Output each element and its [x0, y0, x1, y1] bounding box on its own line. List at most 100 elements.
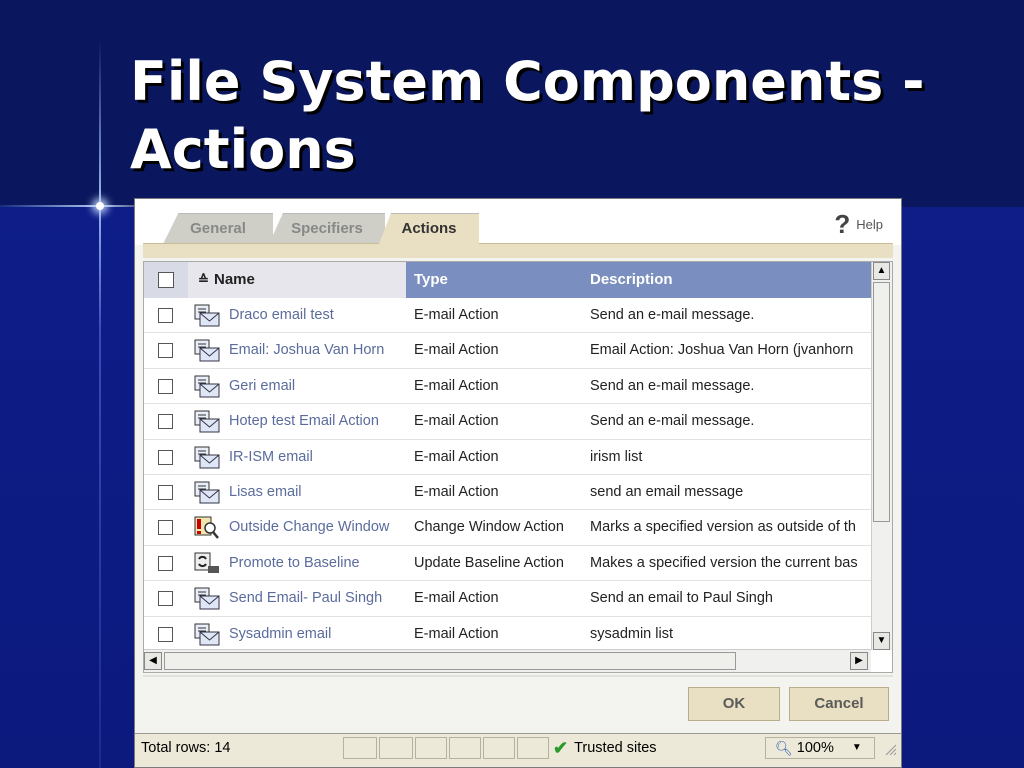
zone-label: Trusted sites: [574, 740, 657, 756]
baseline-icon: [194, 552, 220, 576]
actions-window: General Specifiers Actions ? Help ≙ Name…: [134, 198, 902, 768]
action-type-cell: E-mail Action: [414, 590, 499, 607]
help-link[interactable]: ? Help: [834, 211, 883, 237]
slide-title-line-1: File System Components -: [130, 50, 925, 113]
horizontal-scrollbar[interactable]: ◀ ▶: [144, 649, 871, 672]
action-description-cell: sysadmin list: [590, 625, 673, 642]
row-checkbox[interactable]: [158, 626, 173, 642]
action-name-link[interactable]: IR-ISM email: [229, 440, 405, 475]
email-action-icon: [194, 587, 220, 611]
zoom-control[interactable]: 🔍︎ 100% ▼: [775, 734, 862, 762]
vertical-scrollbar[interactable]: ▲ ▼: [871, 262, 892, 650]
tab-actions[interactable]: Actions: [379, 213, 479, 244]
scroll-right-button[interactable]: ▶: [850, 652, 868, 670]
help-label: Help: [856, 216, 883, 232]
action-name-link[interactable]: Email: Joshua Van Horn: [229, 333, 405, 368]
row-checkbox[interactable]: [158, 520, 173, 536]
column-header-description[interactable]: Description: [582, 262, 871, 298]
row-checkbox[interactable]: [158, 378, 173, 394]
email-action-icon: [194, 446, 220, 470]
security-zone: ✔ Trusted sites: [553, 734, 657, 762]
select-all-checkbox[interactable]: [158, 272, 174, 288]
status-bar: Total rows: 14 ✔ Trusted sites 🔍︎ 100% ▼: [135, 733, 901, 767]
email-action-icon: [194, 623, 220, 647]
action-name-link[interactable]: Sysadmin email: [229, 617, 405, 652]
sort-ascending-icon: ≙: [198, 272, 209, 287]
status-panel: [517, 737, 549, 759]
tab-general[interactable]: General: [163, 213, 273, 244]
table-row[interactable]: Lisas email E-mail Action send an email me…: [144, 475, 871, 511]
table-row[interactable]: IR-ISM email E-mail Action irism list: [144, 440, 871, 475]
action-type-cell: E-mail Action: [414, 377, 499, 394]
table-row[interactable]: Promote to Baseline Update Baseline Actio…: [144, 546, 871, 582]
help-icon: ?: [834, 209, 851, 239]
email-action-icon: [194, 410, 220, 434]
row-checkbox[interactable]: [158, 449, 173, 465]
action-description-cell: Send an email to Paul Singh: [590, 590, 773, 607]
decorative-horizontal-line: [0, 205, 135, 207]
chevron-down-icon: ▼: [851, 742, 862, 753]
horizontal-scroll-thumb[interactable]: [164, 652, 736, 670]
footer-divider: [143, 675, 893, 677]
total-rows-text: Total rows: 14: [141, 740, 231, 756]
action-type-cell: E-mail Action: [414, 483, 499, 500]
action-name-link[interactable]: Promote to Baseline: [229, 546, 405, 581]
action-name-link[interactable]: Hotep test Email Action: [229, 404, 405, 439]
decorative-sparkle: [96, 202, 104, 210]
table-row[interactable]: Send Email- Paul Singh E-mail Action Send …: [144, 581, 871, 617]
action-name-link[interactable]: Draco email test: [229, 298, 405, 333]
table-body: Draco email test E-mail Action Send an e-m…: [144, 298, 871, 652]
action-description-cell: Send an e-mail message.: [590, 307, 755, 323]
change-window-icon: [194, 516, 220, 540]
table-row[interactable]: Sysadmin email E-mail Action sysadmin list: [144, 617, 871, 652]
resize-grip-icon[interactable]: [883, 742, 897, 756]
status-panel: [343, 737, 377, 759]
checkmark-icon: ✔: [553, 738, 569, 758]
action-name-link[interactable]: Lisas email: [229, 475, 405, 510]
action-description-cell: Makes a specified version the current ba…: [590, 554, 858, 571]
table-row[interactable]: Email: Joshua Van Horn E-mail Action Email…: [144, 333, 871, 369]
row-checkbox[interactable]: [158, 308, 173, 323]
tab-specifiers[interactable]: Specifiers: [269, 213, 385, 244]
action-type-cell: E-mail Action: [414, 307, 499, 323]
email-action-icon: [194, 481, 220, 505]
scroll-up-button[interactable]: ▲: [873, 262, 890, 280]
table-row[interactable]: Geri email E-mail Action Send an e-mail me…: [144, 369, 871, 405]
row-checkbox[interactable]: [158, 591, 173, 607]
ok-button[interactable]: OK: [688, 687, 780, 721]
table-header: ≙ Name Type Description: [144, 262, 871, 298]
action-name-link[interactable]: Send Email- Paul Singh: [229, 581, 405, 616]
scroll-left-button[interactable]: ◀: [144, 652, 162, 670]
email-action-icon: [194, 375, 220, 399]
status-panel: [449, 737, 481, 759]
column-header-type[interactable]: Type: [406, 262, 582, 298]
actions-table: ≙ Name Type Description Draco email test…: [143, 261, 893, 673]
action-name-link[interactable]: Outside Change Window: [229, 510, 405, 545]
action-type-cell: E-mail Action: [414, 342, 499, 359]
table-row[interactable]: Draco email test E-mail Action Send an e-m…: [144, 298, 871, 334]
scroll-down-button[interactable]: ▼: [873, 632, 890, 650]
action-description-cell: irism list: [590, 448, 643, 465]
status-panel: [415, 737, 447, 759]
action-type-cell: Change Window Action: [414, 519, 564, 536]
vertical-scroll-thumb[interactable]: [873, 282, 890, 522]
row-checkbox[interactable]: [158, 555, 173, 571]
action-description-cell: Marks a specified version as outside of …: [590, 519, 856, 536]
action-type-cell: E-mail Action: [414, 625, 499, 642]
action-type-cell: Update Baseline Action: [414, 554, 564, 571]
row-checkbox[interactable]: [158, 343, 173, 359]
table-row[interactable]: Outside Change Window Change Window Actio…: [144, 510, 871, 546]
action-name-link[interactable]: Geri email: [229, 369, 405, 404]
status-panel: [379, 737, 413, 759]
column-header-name[interactable]: ≙ Name: [188, 262, 406, 298]
action-description-cell: Send an e-mail message.: [590, 413, 755, 430]
cancel-button[interactable]: Cancel: [789, 687, 889, 721]
email-action-icon: [194, 304, 220, 328]
tab-strip: [143, 243, 893, 258]
row-checkbox[interactable]: [158, 484, 173, 500]
email-action-icon: [194, 339, 220, 363]
row-checkbox[interactable]: [158, 414, 173, 430]
status-panel: [483, 737, 515, 759]
table-row[interactable]: Hotep test Email Action E-mail Action Send…: [144, 404, 871, 440]
action-description-cell: send an email message: [590, 483, 744, 500]
